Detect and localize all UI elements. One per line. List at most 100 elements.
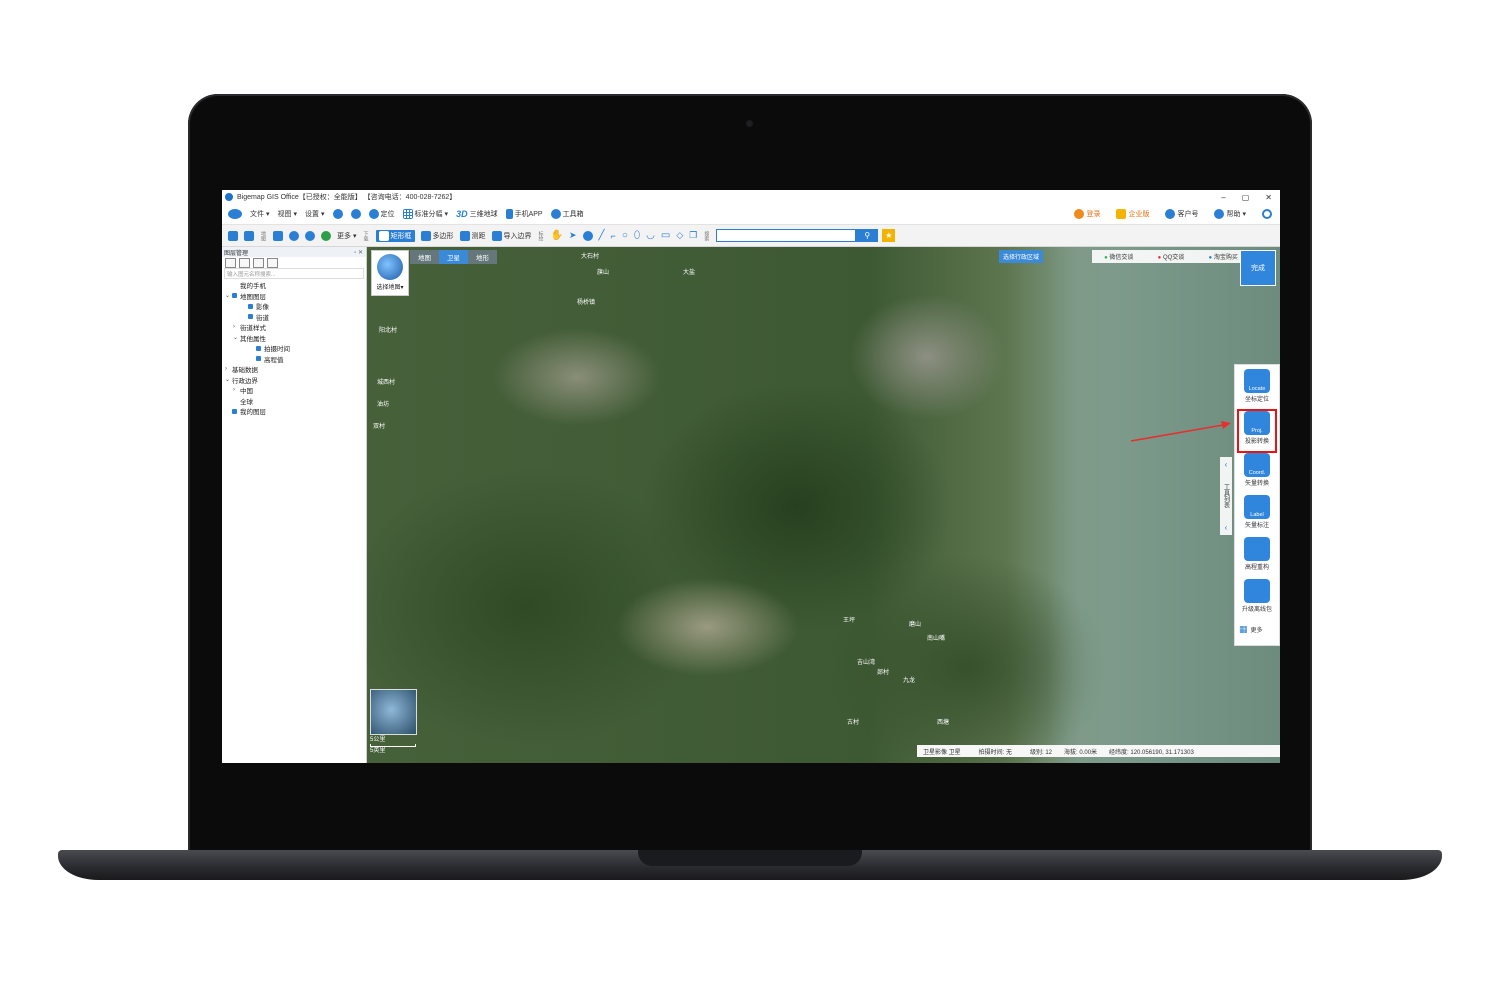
map-source-button-3[interactable] <box>305 230 315 241</box>
tool-elev-button[interactable]: 高程重构 <box>1239 537 1275 577</box>
tab-satellite[interactable]: 卫星 <box>439 250 468 264</box>
layer-checkbox[interactable] <box>256 356 261 362</box>
tool-locate-button[interactable]: Locate 坐标定位 <box>1239 369 1275 409</box>
layer-tree-item[interactable]: 拍摄时间 <box>222 343 366 354</box>
maximize-button[interactable]: ▢ <box>1242 193 1250 202</box>
tool-upgrade-button[interactable]: 升级离线包 <box>1239 579 1275 619</box>
import-boundary-button[interactable]: 导入边界 <box>491 230 532 241</box>
enterprise-button[interactable]: 企业版 <box>1116 209 1149 219</box>
expand-all-icon[interactable] <box>253 257 264 268</box>
layer-tree-item[interactable]: 全球 <box>222 396 366 407</box>
polygon-select-label: 多边形 <box>432 232 454 240</box>
select-map-button[interactable]: 选择地图▾ <box>371 250 409 296</box>
layer-tree-item[interactable]: › 基础数据 <box>222 364 366 375</box>
layer-checkbox[interactable] <box>248 303 253 309</box>
tool-list-toggle[interactable]: ‹ 工具列表 ‹ <box>1220 457 1232 535</box>
tab-map[interactable]: 地图 <box>410 250 439 264</box>
open-folder-icon[interactable] <box>225 257 236 268</box>
map-source-button-2[interactable] <box>289 230 299 241</box>
map-source-button-1[interactable] <box>273 230 283 241</box>
network-button[interactable] <box>1262 209 1272 219</box>
done-button[interactable]: 完成 <box>1240 250 1276 286</box>
network-icon <box>1262 209 1272 219</box>
taobao-buy-link[interactable]: ● 淘宝购买 <box>1209 252 1238 261</box>
customer-id-button[interactable]: 客户号 <box>1165 209 1198 219</box>
close-button[interactable]: ✕ <box>1265 193 1272 202</box>
ellipse-tool[interactable]: ⬯ <box>634 230 640 241</box>
layer-checkbox[interactable] <box>232 408 237 414</box>
expander-icon[interactable]: › <box>225 366 232 372</box>
map-view[interactable]: 大石村 旗山 杨桥镇 阳北村 城西村 双村 大盐 油坊 磨山 南山嘴 吉山湾 郯村 王坪 西塘 古村 九龙 选… <box>367 247 1280 763</box>
polyline-tool[interactable]: ⌐ <box>611 231 616 241</box>
toolbox-button[interactable]: 工具箱 <box>550 209 584 219</box>
tool-proj-button[interactable]: Proj. 投影转换 <box>1237 409 1277 453</box>
map-source-button-4[interactable] <box>321 230 331 241</box>
zoom-out-button[interactable] <box>350 209 361 219</box>
layer-tree-item[interactable]: › 中国 <box>222 385 366 396</box>
panel-close-icon[interactable]: ▫ ✕ <box>354 249 366 256</box>
map-place-label: 九龙 <box>903 678 916 684</box>
select-admin-region-button[interactable]: 选择行政区域 <box>999 250 1043 263</box>
layer-tree-item[interactable]: 影像 <box>222 301 366 312</box>
tool-coord-button[interactable]: Coord. 矢量转换 <box>1239 453 1275 493</box>
login-button[interactable]: 登录 <box>1074 209 1100 219</box>
qq-chat-link[interactable]: ● QQ交谈 <box>1158 252 1185 261</box>
tool-coord-label: 矢量转换 <box>1244 481 1269 487</box>
layer-tree-item[interactable]: ⌄ 其他属性 <box>222 333 366 344</box>
select-tool[interactable]: ➤ <box>569 230 577 241</box>
mobile-app-button[interactable]: 手机APP <box>505 209 543 219</box>
layer-tree-item[interactable]: 我的图层 <box>222 406 366 417</box>
search-input[interactable] <box>716 229 857 242</box>
expander-icon[interactable]: ⌄ <box>225 376 232 383</box>
circle-tool[interactable]: ○ <box>622 230 628 241</box>
layer-tree-item[interactable]: ⌄ 行政边界 <box>222 375 366 386</box>
save-layer-icon[interactable] <box>239 257 250 268</box>
standard-grid-button[interactable]: 标准分幅 ▾ <box>402 209 448 219</box>
expander-icon[interactable]: ⌄ <box>233 334 240 341</box>
layer-tree-item[interactable]: 我的手机 <box>222 280 366 291</box>
layer-tree-item[interactable]: › 街道样式 <box>222 322 366 333</box>
layers-tool[interactable]: ❐ <box>689 230 697 241</box>
locate-button[interactable]: 定位 <box>368 209 395 219</box>
save-button[interactable] <box>244 230 254 241</box>
menu-file[interactable]: 文件 ▾ <box>250 209 270 219</box>
more-tools-button[interactable]: ▦ 更多 <box>1239 621 1275 637</box>
wechat-chat-link[interactable]: ● 微信交谈 <box>1104 252 1133 261</box>
rectangle-tool[interactable]: ▭ <box>661 230 670 241</box>
tag-tool[interactable]: ◇ <box>676 230 683 241</box>
layer-tree-item[interactable]: ⌄ 地图图层 <box>222 291 366 302</box>
layer-tree-item[interactable]: 街道 <box>222 312 366 323</box>
map-more-button[interactable]: 更多 ▾ <box>337 231 357 241</box>
layer-checkbox[interactable] <box>256 345 261 351</box>
search-button[interactable]: ⚲ <box>856 229 879 242</box>
layer-filter-input[interactable]: 输入图元名称搜索... <box>224 268 364 279</box>
layer-checkbox[interactable] <box>248 314 253 320</box>
open-button[interactable] <box>228 230 238 241</box>
layer-tree-item[interactable]: 高程值 <box>222 354 366 365</box>
line-tool[interactable]: ╱ <box>599 230 605 241</box>
tool-bar: 地图 更多 ▾ 下载 矩形框 多边形 测距 导入边界 标绘 ✋ ➤ ╱ ⌐ ○ ⬯… <box>222 225 1280 247</box>
zoom-in-button[interactable] <box>332 209 343 219</box>
minimize-button[interactable]: – <box>1221 193 1225 202</box>
layer-checkbox[interactable] <box>232 293 237 299</box>
menu-settings[interactable]: 设置 ▾ <box>305 209 325 219</box>
pan-tool[interactable]: ✋ <box>551 230 563 241</box>
help-button[interactable]: 帮助 ▾ <box>1214 209 1246 219</box>
tab-terrain[interactable]: 地形 <box>468 250 497 264</box>
expander-icon[interactable]: › <box>233 324 240 330</box>
location-pin-icon: Locate <box>1244 369 1270 393</box>
find-icon[interactable] <box>267 257 278 268</box>
rect-select-button[interactable]: 矩形框 <box>375 229 415 242</box>
expander-icon[interactable]: › <box>233 387 240 393</box>
3d-globe-button[interactable]: 3D 三维地球 <box>456 209 498 219</box>
tool-label-button[interactable]: Label 矢量标注 <box>1239 495 1275 535</box>
measure-button[interactable]: 测距 <box>459 230 486 241</box>
favorite-button[interactable]: ★ <box>882 229 896 242</box>
menu-view[interactable]: 视图 ▾ <box>278 209 298 219</box>
curve-tool[interactable]: ◡ <box>646 230 655 241</box>
polygon-select-button[interactable]: 多边形 <box>420 230 454 241</box>
expander-icon[interactable]: ⌄ <box>225 292 232 299</box>
marker-tool[interactable] <box>582 230 593 241</box>
app-menu-icon[interactable] <box>228 209 242 219</box>
overview-globe[interactable] <box>370 689 417 735</box>
